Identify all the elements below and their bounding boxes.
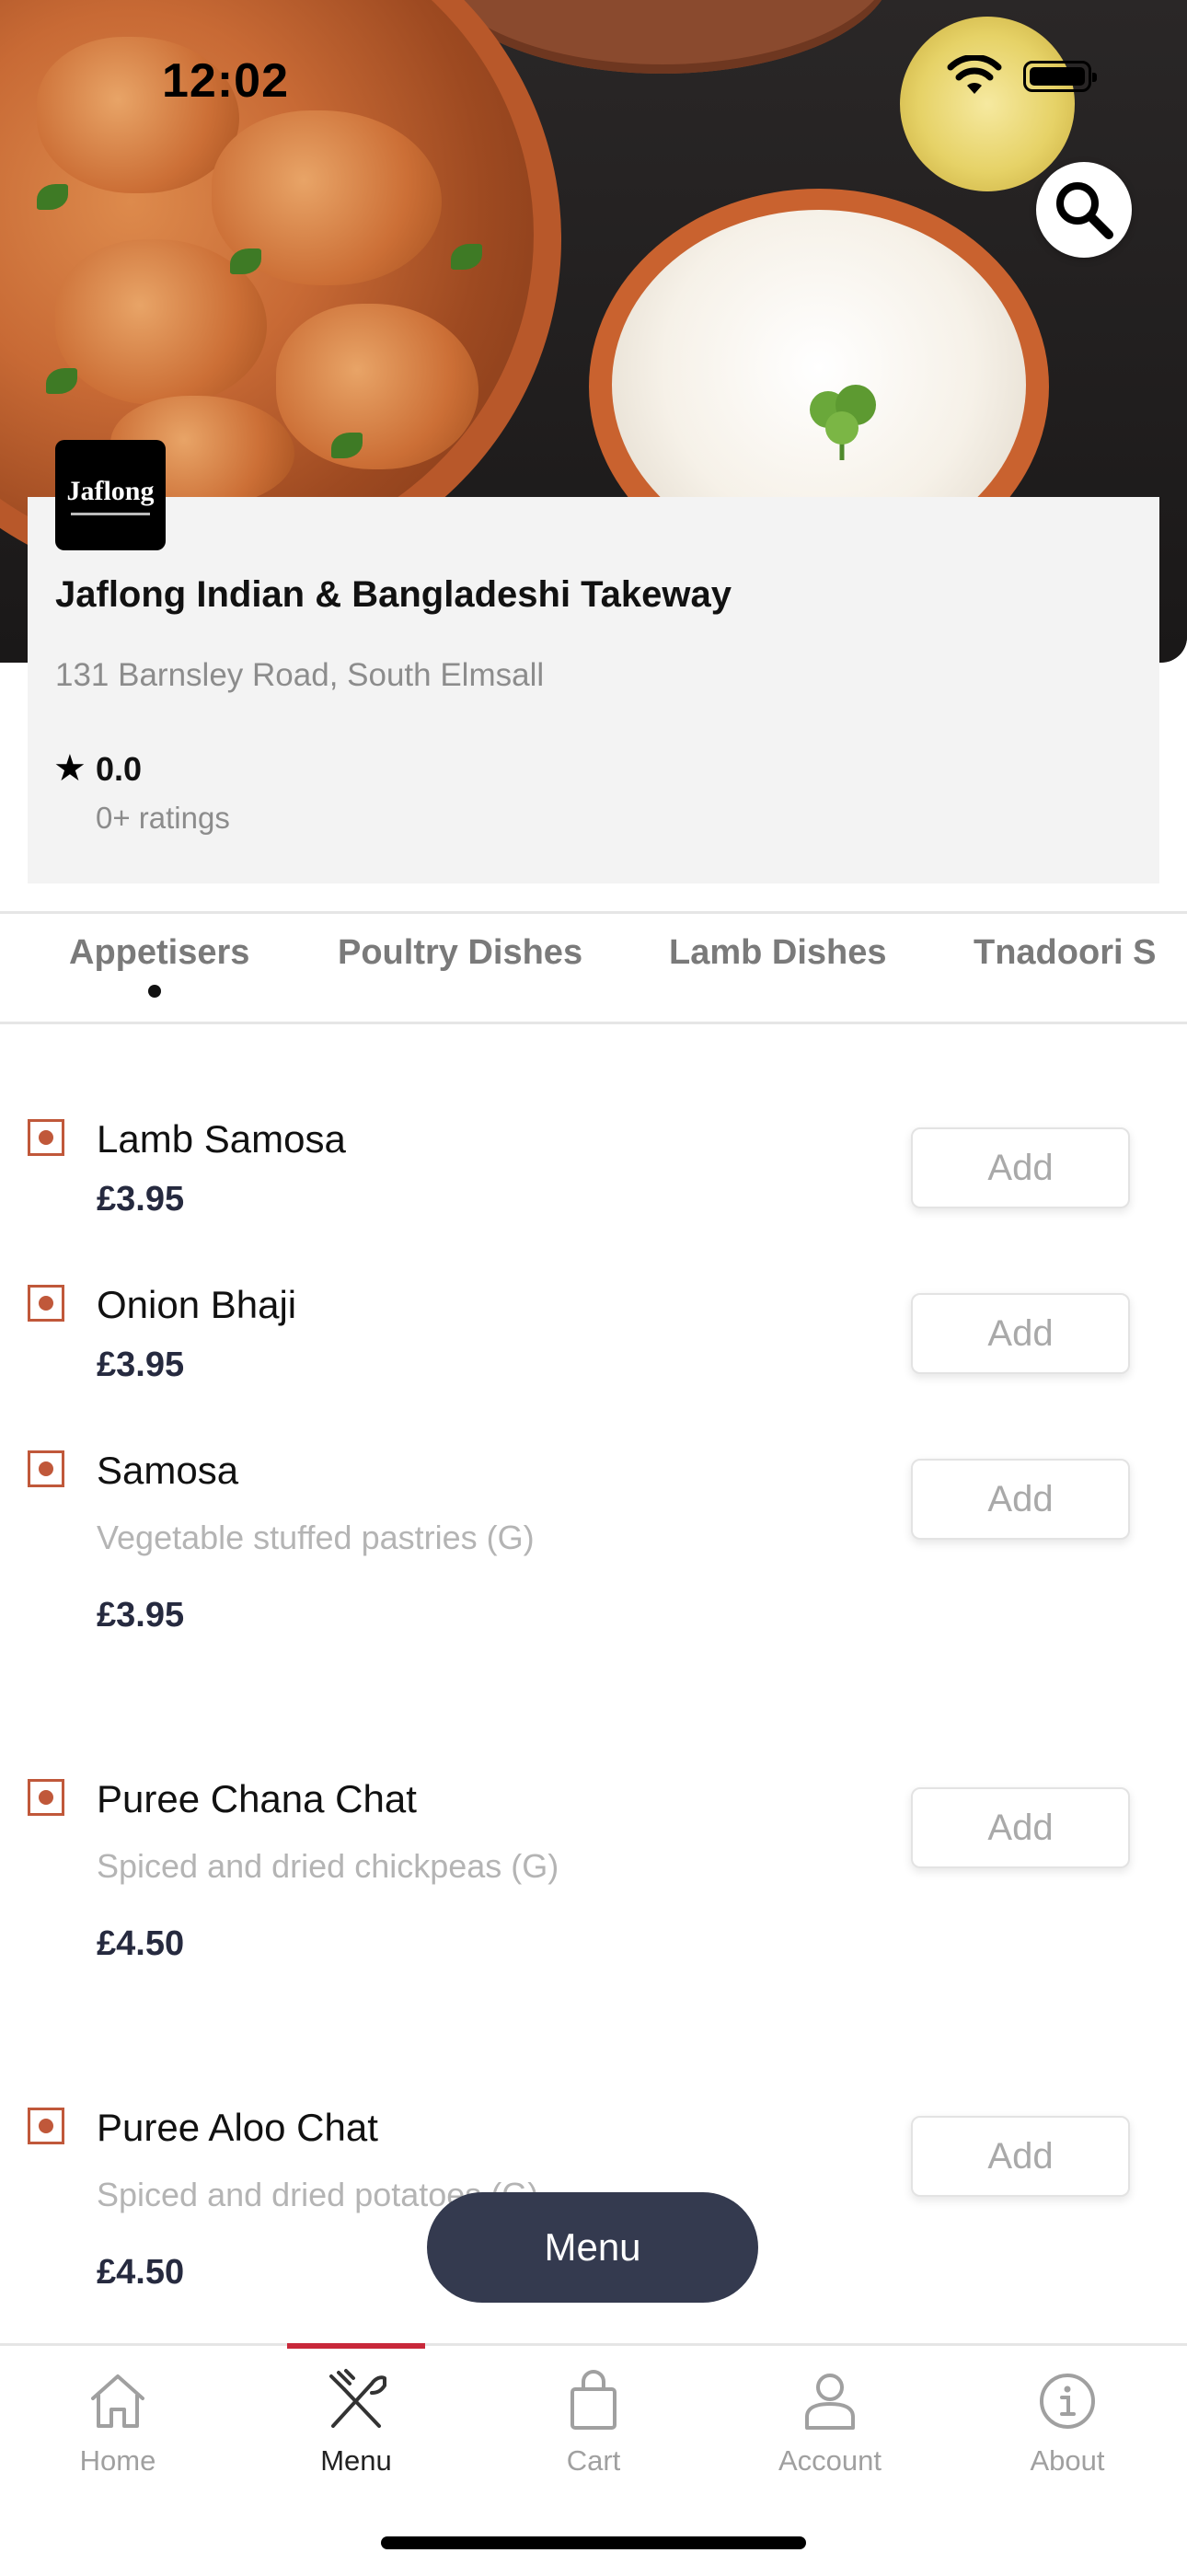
veg-marker-icon (28, 1779, 64, 1816)
add-button[interactable]: Add (911, 1787, 1130, 1868)
home-icon (91, 2374, 144, 2428)
battery-icon (1023, 61, 1097, 92)
veg-marker-icon (28, 2108, 64, 2144)
item-price: £3.95 (97, 1346, 185, 1384)
item-price: £4.50 (97, 1924, 185, 1963)
divider (0, 911, 1187, 914)
item-name: Puree Aloo Chat (97, 2106, 378, 2149)
nav-account[interactable]: Account (752, 2365, 908, 2478)
divider (0, 1022, 1187, 1024)
search-icon (1056, 182, 1113, 239)
floating-menu-button[interactable]: Menu (427, 2192, 758, 2303)
nav-home[interactable]: Home (40, 2365, 196, 2478)
fork-knife-icon (329, 2369, 386, 2428)
item-name: Onion Bhaji (97, 1283, 297, 1326)
restaurant-address: 131 Barnsley Road, South Elmsall (55, 657, 545, 693)
nav-cart[interactable]: Cart (515, 2365, 672, 2478)
info-icon (1040, 2374, 1095, 2429)
item-name: Lamb Samosa (97, 1117, 346, 1161)
shopping-bag-icon (570, 2370, 617, 2430)
item-price: £3.95 (97, 1180, 185, 1219)
add-button[interactable]: Add (911, 1293, 1130, 1374)
rating-count: 0+ ratings (96, 801, 230, 835)
nav-menu[interactable]: Menu (278, 2365, 434, 2478)
active-nav-indicator (287, 2343, 425, 2349)
tab-poultry-dishes[interactable]: Poultry Dishes (338, 933, 582, 973)
item-description: Vegetable stuffed pastries (G) (97, 1519, 535, 1556)
restaurant-logo: Jaflong (55, 440, 166, 550)
add-button[interactable]: Add (911, 1127, 1130, 1208)
wifi-icon (947, 55, 1002, 94)
add-button[interactable]: Add (911, 1459, 1130, 1540)
active-tab-indicator (148, 985, 161, 998)
tab-tandoori[interactable]: Tnadoori S (974, 933, 1156, 973)
item-description: Spiced and dried chickpeas (G) (97, 1847, 559, 1885)
veg-marker-icon (28, 1450, 64, 1487)
item-name: Samosa (97, 1449, 239, 1492)
nav-about[interactable]: About (989, 2365, 1146, 2478)
tab-lamb-dishes[interactable]: Lamb Dishes (669, 933, 887, 973)
veg-marker-icon (28, 1119, 64, 1156)
home-indicator (381, 2536, 806, 2549)
add-button[interactable]: Add (911, 2116, 1130, 2197)
search-button[interactable] (1036, 162, 1132, 258)
person-icon (805, 2374, 855, 2430)
item-name: Puree Chana Chat (97, 1777, 417, 1820)
status-icons (946, 55, 1097, 98)
rating-value: 0.0 (96, 750, 143, 788)
star-icon: ★ (53, 748, 86, 789)
veg-marker-icon (28, 1285, 64, 1322)
item-price: £3.95 (97, 1596, 185, 1635)
restaurant-name: Jaflong Indian & Bangladeshi Takeway (55, 574, 732, 615)
tab-appetisers[interactable]: Appetisers (69, 933, 249, 973)
status-time: 12:02 (162, 54, 289, 108)
item-price: £4.50 (97, 2253, 185, 2292)
